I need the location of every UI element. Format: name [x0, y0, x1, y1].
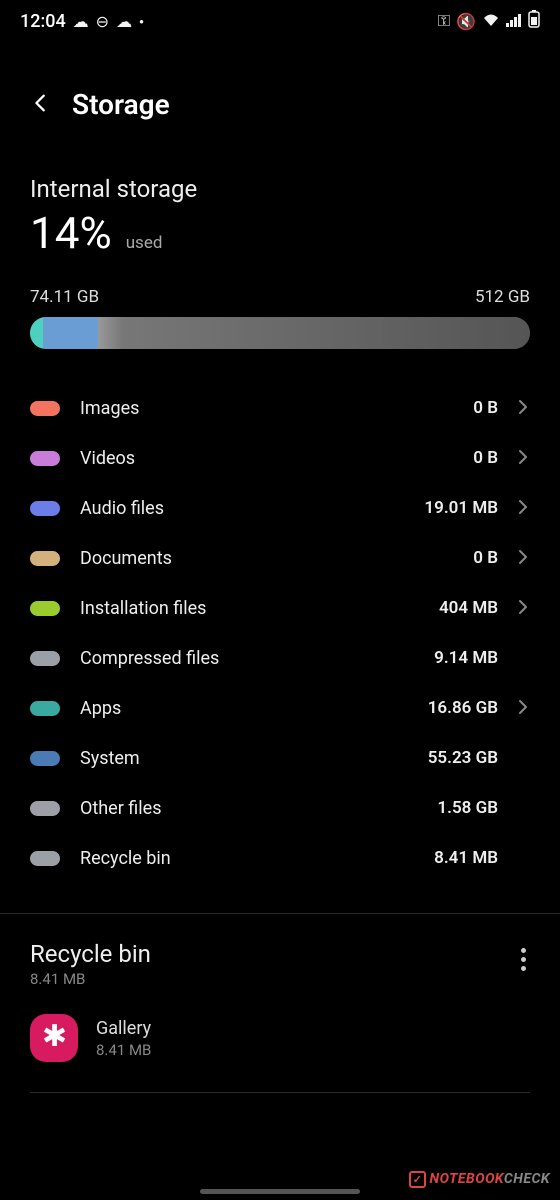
chevron-right-icon: [516, 446, 530, 470]
status-bar: 12:04 ☁ ⊖ ☁ ● ⚿ 🔇: [0, 0, 560, 38]
recycle-app-row[interactable]: Gallery 8.41 MB: [30, 1014, 530, 1062]
category-row: Other files1.58 GB: [30, 783, 530, 833]
bar-segment-free: [123, 317, 531, 349]
category-color-pill: [30, 551, 60, 566]
bottom-divider: [30, 1092, 530, 1093]
chevron-right-icon: [516, 546, 530, 570]
category-label: System: [80, 748, 428, 769]
category-color-pill: [30, 751, 60, 766]
chevron-right-icon: [516, 596, 530, 620]
category-color-pill: [30, 401, 60, 416]
battery-icon: [528, 10, 540, 32]
chevron-right-icon: [516, 396, 530, 420]
usage-row: 74.11 GB 512 GB: [30, 287, 530, 307]
more-options-button[interactable]: [517, 940, 530, 979]
storage-bar: [30, 317, 530, 349]
category-label: Apps: [80, 698, 428, 719]
bar-segment-apps: [30, 317, 43, 349]
internal-storage-label: Internal storage: [30, 175, 530, 203]
nav-indicator[interactable]: [200, 1189, 360, 1194]
category-row: Compressed files9.14 MB: [30, 633, 530, 683]
gallery-app-icon: [30, 1014, 78, 1062]
recycle-subtitle: 8.41 MB: [30, 970, 151, 988]
back-button[interactable]: [30, 88, 52, 121]
percent-value: 14%: [30, 207, 112, 259]
internal-storage-section: Internal storage 14% used 74.11 GB 512 G…: [0, 151, 560, 883]
percent-row: 14% used: [30, 207, 530, 259]
building-icon: ⚿: [438, 11, 450, 31]
used-value: 74.11 GB: [30, 287, 99, 307]
recycle-header: Recycle bin 8.41 MB: [30, 940, 530, 988]
percent-suffix: used: [126, 233, 163, 253]
category-row: System55.23 GB: [30, 733, 530, 783]
category-color-pill: [30, 851, 60, 866]
category-label: Other files: [80, 798, 437, 819]
category-row[interactable]: Documents0 B: [30, 533, 530, 583]
category-color-pill: [30, 801, 60, 816]
watermark-suffix: CHECK: [504, 1171, 550, 1187]
category-color-pill: [30, 601, 60, 616]
category-color-pill: [30, 501, 60, 516]
category-label: Images: [80, 398, 473, 419]
category-row[interactable]: Videos0 B: [30, 433, 530, 483]
status-right: ⚿ 🔇: [438, 10, 540, 32]
signal-icon: [506, 12, 522, 31]
wifi-icon: [482, 12, 500, 31]
category-color-pill: [30, 451, 60, 466]
category-label: Installation files: [80, 598, 439, 619]
status-time: 12:04: [20, 11, 66, 32]
category-label: Documents: [80, 548, 473, 569]
category-color-pill: [30, 651, 60, 666]
category-size: 0 B: [473, 398, 498, 418]
category-row[interactable]: Installation files404 MB: [30, 583, 530, 633]
category-size: 0 B: [473, 548, 498, 568]
watermark: ✓NOTEBOOKCHECK: [409, 1171, 550, 1188]
categories-list: Images0 BVideos0 BAudio files19.01 MBDoc…: [30, 383, 530, 883]
total-value: 512 GB: [475, 287, 530, 307]
category-size: 19.01 MB: [424, 498, 498, 518]
flower-icon: [41, 1025, 67, 1051]
chevron-right-icon: [516, 696, 530, 720]
bar-segment-system: [43, 317, 98, 349]
category-size: 0 B: [473, 448, 498, 468]
category-row[interactable]: Images0 B: [30, 383, 530, 433]
category-row[interactable]: Audio files19.01 MB: [30, 483, 530, 533]
chevron-right-icon: [516, 496, 530, 520]
watermark-brand: NOTEBOOK: [429, 1171, 503, 1187]
recycle-bin-section: Recycle bin 8.41 MB Gallery 8.41 MB: [0, 914, 560, 1093]
app-name: Gallery: [96, 1018, 151, 1039]
dnd-icon: ⊖: [96, 12, 109, 31]
category-label: Recycle bin: [80, 848, 434, 869]
category-size: 8.41 MB: [434, 848, 498, 868]
cloud-icon: ☁: [73, 12, 89, 31]
category-row[interactable]: Apps16.86 GB: [30, 683, 530, 733]
mute-icon: 🔇: [456, 12, 476, 31]
category-size: 16.86 GB: [428, 698, 498, 718]
category-label: Videos: [80, 448, 473, 469]
page-title: Storage: [72, 88, 170, 121]
dot-icon: ●: [139, 17, 144, 26]
page-header: Storage: [0, 38, 560, 151]
category-color-pill: [30, 701, 60, 716]
status-left: 12:04 ☁ ⊖ ☁ ●: [20, 11, 144, 32]
watermark-check-icon: ✓: [409, 1171, 427, 1188]
category-label: Compressed files: [80, 648, 434, 669]
app-size: 8.41 MB: [96, 1041, 151, 1059]
category-size: 55.23 GB: [428, 748, 498, 768]
cloud-upload-icon: ☁: [116, 12, 132, 31]
recycle-title: Recycle bin: [30, 940, 151, 968]
bar-segment-other: [98, 317, 123, 349]
category-size: 9.14 MB: [434, 648, 498, 668]
category-size: 404 MB: [439, 598, 498, 618]
category-label: Audio files: [80, 498, 424, 519]
category-size: 1.58 GB: [437, 798, 498, 818]
category-row: Recycle bin8.41 MB: [30, 833, 530, 883]
